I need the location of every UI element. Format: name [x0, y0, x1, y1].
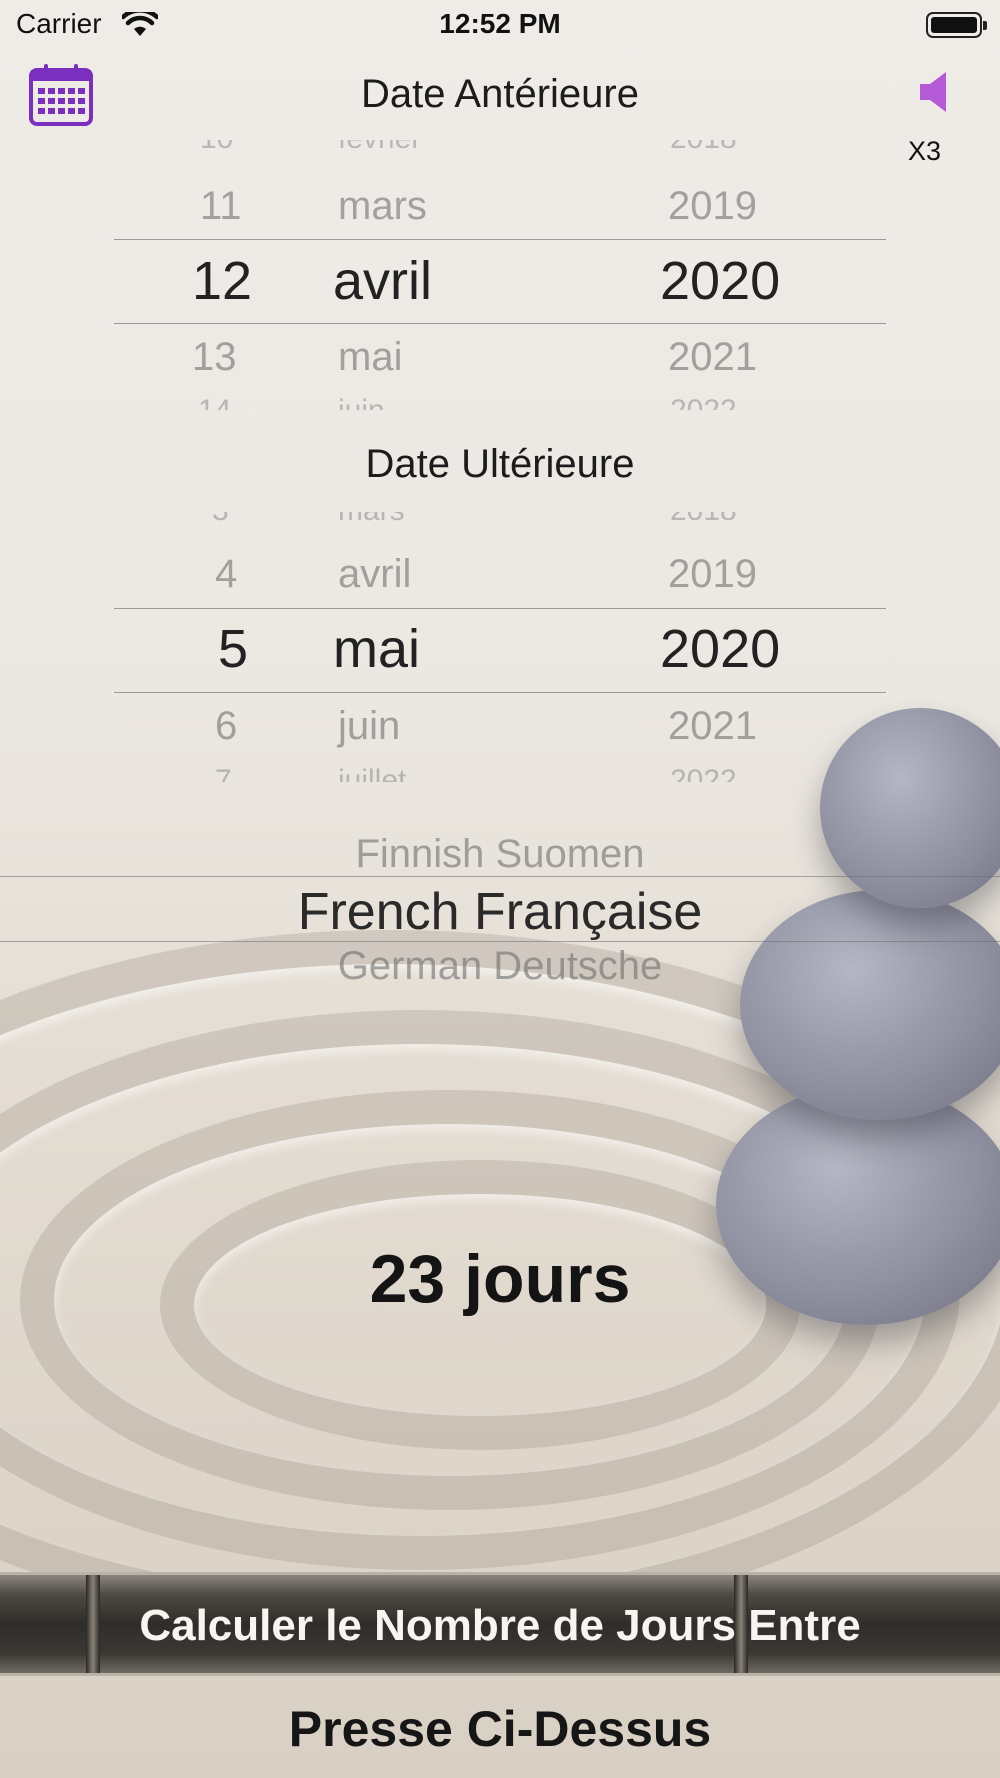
- month-value: avril: [338, 552, 412, 596]
- year-value: 2018: [670, 512, 737, 528]
- day-value: 7: [215, 764, 232, 782]
- day-value: 13: [192, 335, 237, 379]
- later-date-title: Date Ultérieure: [365, 442, 635, 486]
- month-value: juin: [338, 394, 385, 410]
- year-value: 2018: [670, 140, 737, 156]
- later-date-picker[interactable]: 3 mars 2018 4 avril 2019 5 mai 2020 6 ju…: [0, 512, 1000, 782]
- year-value: 2020: [660, 619, 781, 679]
- status-bar: Carrier 12:52 PM: [0, 0, 1000, 50]
- year-value: 2021: [668, 335, 757, 379]
- month-value: juin: [338, 704, 401, 748]
- day-value: 10: [200, 140, 233, 156]
- earlier-date-picker[interactable]: 10 février 2018 11 mars 2019 12 avril 20…: [0, 140, 1000, 410]
- month-value: mars: [338, 512, 405, 528]
- day-value: 14: [198, 394, 231, 410]
- month-value: avril: [333, 251, 433, 311]
- result-days: 23 jours: [369, 1241, 631, 1317]
- earlier-date-title: Date Antérieure: [361, 72, 639, 116]
- battery-icon: [926, 12, 987, 38]
- day-value: 12: [192, 251, 253, 311]
- speaker-icon[interactable]: [918, 70, 950, 114]
- language-option: German Deutsche: [337, 944, 663, 988]
- language-picker[interactable]: Finnish Suomen French Française German D…: [0, 820, 1000, 990]
- language-option-selected: French Française: [297, 883, 703, 941]
- day-value: 11: [200, 184, 242, 228]
- month-value: mars: [338, 184, 427, 228]
- month-value: mai: [338, 335, 403, 379]
- calculate-button-label: Calculer le Nombre de Jours Entre: [139, 1601, 861, 1650]
- year-value: 2020: [660, 251, 781, 311]
- press-hint: Presse Ci-Dessus: [288, 1701, 712, 1757]
- day-value: 3: [212, 512, 229, 528]
- day-value: 6: [215, 704, 238, 748]
- year-value: 2021: [668, 704, 757, 748]
- month-value: juillet: [338, 764, 407, 782]
- year-value: 2019: [668, 552, 757, 596]
- day-value: 4: [215, 552, 238, 596]
- day-value: 5: [218, 619, 249, 679]
- language-option: Finnish Suomen: [355, 832, 645, 876]
- month-value: mai: [333, 619, 421, 679]
- year-value: 2022: [670, 764, 737, 782]
- calculate-button[interactable]: Calculer le Nombre de Jours Entre: [0, 1572, 1000, 1676]
- year-value: 2019: [668, 184, 757, 228]
- month-value: février: [338, 140, 421, 156]
- clock: 12:52 PM: [439, 8, 561, 39]
- year-value: 2022: [670, 394, 737, 410]
